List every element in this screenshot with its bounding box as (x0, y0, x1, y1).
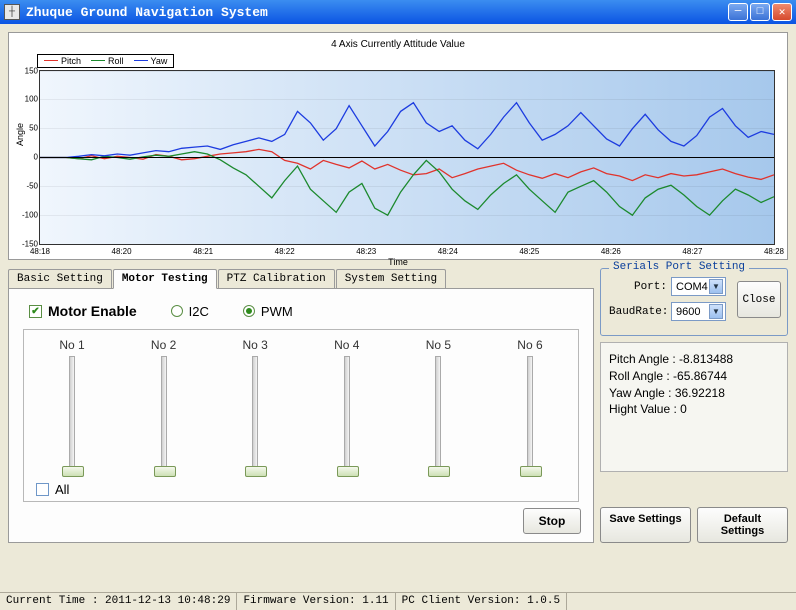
stop-button[interactable]: Stop (523, 508, 581, 534)
x-tick: 48:25 (519, 247, 539, 256)
pitch-readout: Pitch Angle : -8.813488 (609, 351, 779, 368)
slider-thumb[interactable] (62, 466, 84, 477)
y-tick: 100 (18, 95, 38, 104)
protocol-i2c-radio[interactable]: I2C (171, 304, 209, 319)
save-settings-button[interactable]: Save Settings (600, 507, 691, 543)
titlebar[interactable]: ┼ Zhuque Ground Navigation System ─ □ ✕ (0, 0, 796, 24)
maximize-button[interactable]: □ (750, 3, 770, 21)
x-tick: 48:24 (438, 247, 458, 256)
slider-label: No 4 (334, 338, 359, 352)
slider-label: No 5 (426, 338, 451, 352)
slider-track[interactable] (435, 356, 441, 476)
chart-panel: 4 Axis Currently Attitude Value Pitch Ro… (8, 32, 788, 260)
y-tick: 50 (18, 124, 38, 133)
slider-track[interactable] (252, 356, 258, 476)
slider-track[interactable] (69, 356, 75, 476)
port-combo[interactable]: COM4 ▼ (671, 277, 726, 296)
slider-thumb[interactable] (337, 466, 359, 477)
radio-icon (171, 305, 183, 317)
y-tick: 150 (18, 66, 38, 75)
app-icon: ┼ (4, 4, 20, 20)
y-tick: -100 (18, 210, 38, 219)
port-label: Port: (609, 281, 667, 293)
motor-slider-2[interactable]: No 2 (134, 338, 194, 476)
y-tick: 0 (18, 153, 38, 162)
tab-system-setting[interactable]: System Setting (336, 269, 446, 289)
tab-host: Basic SettingMotor TestingPTZ Calibratio… (8, 268, 594, 543)
tab-ptz-calibration[interactable]: PTZ Calibration (218, 269, 335, 289)
slider-thumb[interactable] (245, 466, 267, 477)
slider-label: No 1 (59, 338, 84, 352)
yaw-readout: Yaw Angle : 36.92218 (609, 385, 779, 402)
status-time: Current Time : 2011-12-13 10:48:29 (0, 593, 237, 610)
series-yaw (40, 102, 774, 157)
tab-basic-setting[interactable]: Basic Setting (8, 269, 112, 289)
all-label: All (55, 482, 69, 497)
series-pitch (40, 149, 774, 180)
protocol-i2c-label: I2C (189, 304, 209, 319)
tab-content-motor-testing: ✔ Motor Enable I2C PWM No 1No 2No 3No 4N… (8, 288, 594, 543)
tab-motor-testing[interactable]: Motor Testing (113, 269, 217, 289)
protocol-pwm-radio[interactable]: PWM (243, 304, 293, 319)
protocol-pwm-label: PWM (261, 304, 293, 319)
serial-group-title: Serials Port Setting (609, 261, 749, 273)
motor-slider-3[interactable]: No 3 (225, 338, 285, 476)
angle-readout: Pitch Angle : -8.813488 Roll Angle : -65… (600, 342, 788, 472)
legend-roll: Roll (108, 56, 124, 66)
all-checkbox[interactable]: All (36, 482, 566, 497)
x-tick: 48:28 (764, 247, 784, 256)
checkbox-icon (36, 483, 49, 496)
radio-icon (243, 305, 255, 317)
motor-enable-checkbox[interactable]: ✔ Motor Enable (29, 303, 137, 319)
baudrate-combo[interactable]: 9600 ▼ (671, 302, 726, 321)
slider-track[interactable] (527, 356, 533, 476)
motor-slider-4[interactable]: No 4 (317, 338, 377, 476)
slider-label: No 2 (151, 338, 176, 352)
window-close-button[interactable]: ✕ (772, 3, 792, 21)
slider-thumb[interactable] (520, 466, 542, 477)
default-settings-button[interactable]: Default Settings (697, 507, 788, 543)
motor-enable-label: Motor Enable (48, 303, 137, 319)
slider-thumb[interactable] (428, 466, 450, 477)
x-tick: 48:21 (193, 247, 213, 256)
x-tick: 48:26 (601, 247, 621, 256)
motor-slider-1[interactable]: No 1 (42, 338, 102, 476)
motor-slider-5[interactable]: No 5 (408, 338, 468, 476)
slider-track[interactable] (344, 356, 350, 476)
checkmark-icon: ✔ (29, 305, 42, 318)
minimize-button[interactable]: ─ (728, 3, 748, 21)
chart-body: -150-100-5005010015048:1848:2048:2148:22… (39, 70, 775, 245)
status-firmware: Firmware Version: 1.11 (237, 593, 395, 610)
x-tick: 48:23 (356, 247, 376, 256)
serial-port-group: Serials Port Setting Port: COM4 ▼ BaudRa… (600, 268, 788, 336)
y-tick: -50 (18, 181, 38, 190)
status-pc-client: PC Client Version: 1.0.5 (396, 593, 567, 610)
chevron-down-icon: ▼ (709, 304, 723, 319)
slider-label: No 3 (243, 338, 268, 352)
serial-close-button[interactable]: Close (737, 281, 781, 318)
window-title: Zhuque Ground Navigation System (26, 5, 728, 20)
baud-value: 9600 (676, 306, 700, 318)
height-readout: Hight Value : 0 (609, 401, 779, 418)
x-tick: 48:27 (682, 247, 702, 256)
x-tick: 48:20 (112, 247, 132, 256)
chevron-down-icon: ▼ (709, 279, 723, 294)
baud-label: BaudRate: (609, 306, 667, 318)
sliders-panel: No 1 No 2 No 3 No 4 No 5 No 6 All (23, 329, 579, 502)
slider-label: No 6 (517, 338, 542, 352)
chart-legend: Pitch Roll Yaw (37, 54, 174, 68)
series-roll (40, 151, 774, 215)
chart-title: 4 Axis Currently Attitude Value (17, 37, 779, 52)
status-bar: Current Time : 2011-12-13 10:48:29 Firmw… (0, 592, 796, 610)
slider-track[interactable] (161, 356, 167, 476)
legend-pitch: Pitch (61, 56, 81, 66)
port-value: COM4 (676, 281, 708, 293)
x-tick: 48:22 (275, 247, 295, 256)
roll-readout: Roll Angle : -65.86744 (609, 368, 779, 385)
x-tick: 48:18 (30, 247, 50, 256)
motor-slider-6[interactable]: No 6 (500, 338, 560, 476)
legend-yaw: Yaw (151, 56, 168, 66)
slider-thumb[interactable] (154, 466, 176, 477)
